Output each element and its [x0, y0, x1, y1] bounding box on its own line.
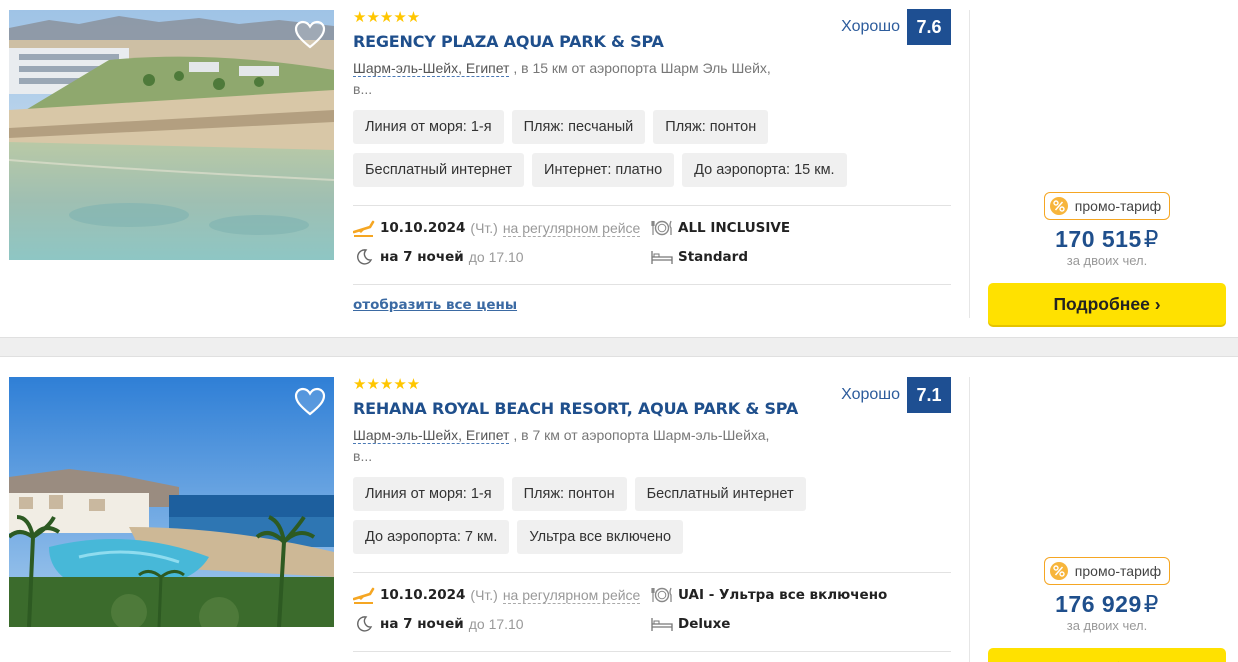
departure-row: 10.10.2024 (Чт.) на регулярном рейсе [353, 585, 641, 605]
return-date: до 17.10 [468, 249, 524, 265]
price-block: промо-тариф 176 929₽ за двоих чел. Подро… [988, 557, 1226, 662]
hotel-tags: Линия от моря: 1-я Пляж: понтон Бесплатн… [353, 477, 913, 554]
nights-count: на 7 ночей [380, 249, 464, 265]
divider [353, 284, 951, 285]
bed-icon [651, 614, 673, 634]
price-block: промо-тариф 170 515₽ за двоих чел. Подро… [988, 192, 1226, 325]
price: 176 929₽ [988, 590, 1226, 618]
departure-weekday: (Чт.) [470, 220, 498, 236]
price-amount: 176 929 [1055, 591, 1142, 617]
moon-icon [353, 247, 375, 267]
hotel-tag: Пляж: понтон [653, 110, 769, 144]
nights-row: на 7 ночей до 17.10 [353, 247, 524, 267]
plane-icon [353, 218, 375, 238]
divider [353, 651, 951, 652]
hotel-tag: До аэропорта: 15 км. [682, 153, 847, 187]
return-date: до 17.10 [468, 616, 524, 632]
hotel-card: ★★★★★ REHANA ROYAL BEACH RESORT, AQUA PA… [0, 357, 1238, 662]
nights-row: на 7 ночей до 17.10 [353, 614, 524, 634]
hotel-location: Шарм-эль-Шейх, Египет , в 7 км от аэропо… [353, 425, 773, 467]
hotel-photo[interactable] [9, 377, 334, 627]
rating-label: Хорошо [841, 18, 900, 35]
flight-type-link[interactable]: на регулярном рейсе [502, 220, 641, 237]
hotel-tag: Линия от моря: 1-я [353, 477, 504, 511]
nights-count: на 7 ночей [380, 616, 464, 632]
room-row: Deluxe [651, 614, 730, 634]
hotel-rating: Хорошо 7.6 [841, 9, 951, 45]
divider-vertical [969, 10, 970, 318]
favorite-heart-icon[interactable] [294, 20, 326, 50]
rating-score: 7.6 [907, 9, 951, 45]
show-all-prices-link[interactable]: отобразить все цены [353, 297, 517, 313]
percent-icon [1049, 561, 1069, 581]
meal-row: UAI - Ультра все включено [651, 585, 887, 605]
price-per: за двоих чел. [1066, 253, 1148, 268]
price-per: за двоих чел. [1066, 618, 1148, 633]
promo-label: промо-тариф [1074, 563, 1162, 579]
moon-icon [353, 614, 375, 634]
hotel-info: ★★★★★ REGENCY PLAZA AQUA PARK & SPA Шарм… [353, 10, 951, 314]
hotel-tag: Пляж: понтон [511, 477, 627, 511]
hotel-card: ★★★★★ REGENCY PLAZA AQUA PARK & SPA Шарм… [0, 0, 1238, 337]
promo-label: промо-тариф [1074, 198, 1162, 214]
departure-weekday: (Чт.) [470, 587, 498, 603]
rating-label: Хорошо [841, 386, 900, 403]
percent-icon [1049, 196, 1069, 216]
price-currency: ₽ [1143, 591, 1159, 617]
hotel-rating: Хорошо 7.1 [841, 377, 951, 413]
hotel-tags: Линия от моря: 1-я Пляж: песчаный Пляж: … [353, 110, 913, 187]
hotel-tag: Пляж: песчаный [511, 110, 646, 144]
favorite-heart-icon[interactable] [294, 387, 326, 417]
hotel-tag: Бесплатный интернет [353, 153, 525, 187]
details-button[interactable]: Подробнее › [988, 283, 1226, 325]
hotel-tag: Интернет: платно [532, 153, 675, 187]
hotel-tag: Линия от моря: 1-я [353, 110, 504, 144]
hotel-city-link[interactable]: Шарм-эль-Шейх, Египет [353, 427, 510, 444]
plane-icon [353, 585, 375, 605]
divider-vertical [969, 377, 970, 662]
card-separator [0, 337, 1238, 357]
meal-plan: UAI - Ультра все включено [678, 587, 888, 603]
hotel-tag: До аэропорта: 7 км. [353, 520, 510, 554]
meal-plan: ALL INCLUSIVE [678, 220, 791, 236]
promo-badge: промо-тариф [1043, 192, 1171, 220]
departure-date: 10.10.2024 [380, 587, 466, 603]
room-row: Standard [651, 247, 748, 267]
hotel-photo-image [9, 377, 334, 627]
departure-date: 10.10.2024 [380, 220, 466, 236]
dining-icon [651, 585, 673, 605]
rating-score: 7.1 [907, 377, 951, 413]
hotel-city-link[interactable]: Шарм-эль-Шейх, Египет [353, 60, 510, 77]
dining-icon [651, 218, 673, 238]
bed-icon [651, 247, 673, 267]
hotel-tag: Бесплатный интернет [634, 477, 806, 511]
room-type: Deluxe [678, 616, 731, 632]
hotel-location: Шарм-эль-Шейх, Египет , в 15 км от аэроп… [353, 58, 773, 100]
price-currency: ₽ [1143, 226, 1159, 252]
price-amount: 170 515 [1055, 226, 1142, 252]
hotel-info: ★★★★★ REHANA ROYAL BEACH RESORT, AQUA PA… [353, 377, 951, 652]
details-button[interactable]: Подробнее › [988, 648, 1226, 662]
price: 170 515₽ [988, 225, 1226, 253]
promo-badge: промо-тариф [1043, 557, 1171, 585]
flight-type-link[interactable]: на регулярном рейсе [502, 587, 641, 604]
tour-details: 10.10.2024 (Чт.) на регулярном рейсе UAI… [353, 573, 951, 639]
tour-details: 10.10.2024 (Чт.) на регулярном рейсе ALL… [353, 206, 951, 272]
hotel-photo[interactable] [9, 10, 334, 260]
departure-row: 10.10.2024 (Чт.) на регулярном рейсе [353, 218, 641, 238]
hotel-photo-image [9, 10, 334, 260]
meal-row: ALL INCLUSIVE [651, 218, 790, 238]
hotel-tag: Ультра все включено [517, 520, 684, 554]
room-type: Standard [678, 249, 748, 265]
